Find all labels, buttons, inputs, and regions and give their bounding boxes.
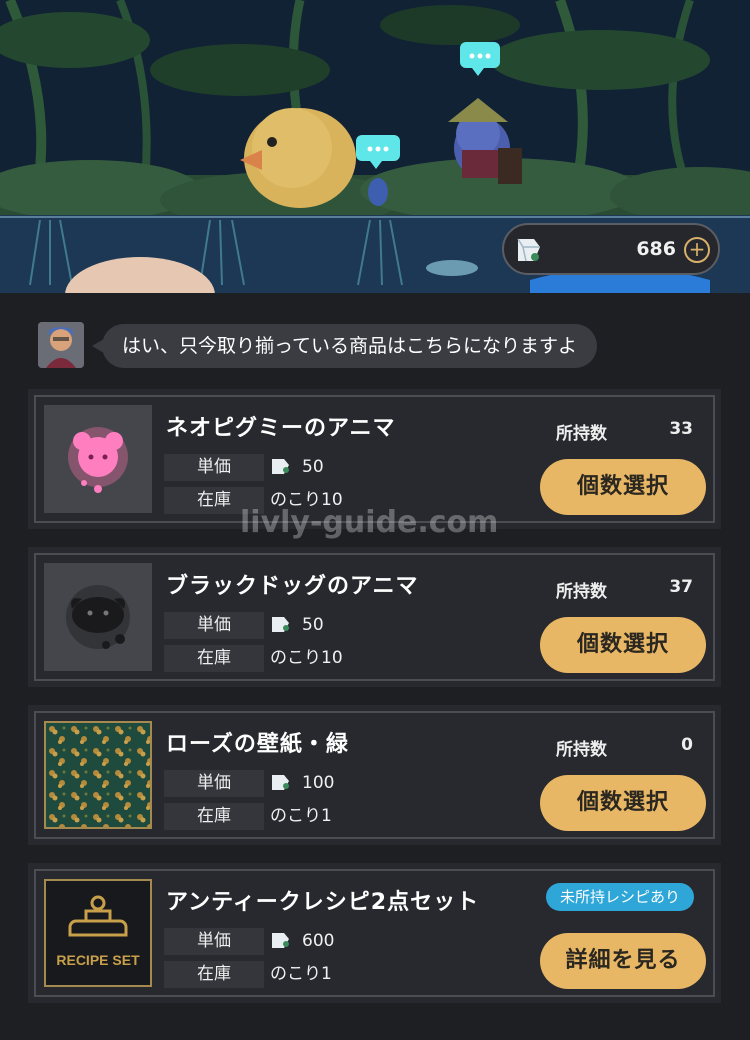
gem-icon — [272, 775, 289, 790]
stock-label: 在庫 — [164, 645, 264, 672]
add-currency-button[interactable]: + — [684, 237, 710, 263]
gem-icon — [272, 933, 289, 948]
stock-value: のこり1 — [270, 964, 332, 984]
select-quantity-button[interactable]: 個数選択 — [540, 459, 706, 515]
item-thumbnail: RECIPE SET — [44, 879, 152, 987]
price-label: 単価 — [164, 454, 264, 481]
npc-speech-bubble: はい、只今取り揃っている商品はこちらになりますよ — [91, 324, 598, 368]
owned-count: 33 — [669, 419, 693, 439]
gem-icon — [272, 459, 289, 474]
stock-label: 在庫 — [164, 803, 264, 830]
item-name: ローズの壁紙・緑 — [166, 732, 349, 757]
currency-amount: 686 — [636, 238, 676, 260]
owned-count: 0 — [681, 735, 693, 755]
gem-icon — [517, 238, 540, 262]
price-label: 単価 — [164, 612, 264, 639]
price-amount: 50 — [302, 615, 324, 635]
price-amount: 600 — [302, 931, 335, 951]
owned-label: 所持数 — [556, 740, 607, 760]
price-value: 50 — [270, 454, 324, 481]
npc-avatar — [38, 322, 84, 368]
price-amount: 100 — [302, 773, 335, 793]
owned-label: 所持数 — [556, 582, 607, 602]
stock-value: のこり1 — [270, 806, 332, 826]
price-label: 単価 — [164, 770, 264, 797]
stock-label: 在庫 — [164, 961, 264, 988]
price-value: 50 — [270, 612, 324, 639]
black-dog-anima-icon — [66, 585, 130, 649]
owned-count: 37 — [669, 577, 693, 597]
shop-item-card: ローズの壁紙・緑 単価 100 在庫 のこり1 所持数 0 個数選択 — [28, 705, 721, 845]
shop-item-card: RECIPE SET アンティークレシピ2点セット 単価 600 在庫 のこり1… — [28, 863, 721, 1003]
owned-label: 所持数 — [556, 424, 607, 444]
item-name: ネオピグミーのアニマ — [166, 416, 396, 441]
pink-anima-icon — [68, 427, 128, 493]
select-quantity-button[interactable]: 個数選択 — [540, 617, 706, 673]
currency-display: 686 + — [502, 223, 720, 275]
price-amount: 50 — [302, 457, 324, 477]
item-name: アンティークレシピ2点セット — [166, 890, 480, 915]
price-value: 600 — [270, 928, 334, 955]
recipe-set-text: RECIPE SET — [56, 952, 140, 968]
recipe-set-icon: RECIPE SET — [46, 881, 150, 985]
stock-value: のこり10 — [270, 490, 343, 510]
item-thumbnail — [44, 563, 152, 671]
stock-label: 在庫 — [164, 487, 264, 514]
shop-item-card: ブラックドッグのアニマ 単価 50 在庫 のこり10 所持数 37 個数選択 — [28, 547, 721, 687]
view-details-button[interactable]: 詳細を見る — [540, 933, 706, 989]
item-thumbnail — [44, 405, 152, 513]
gem-icon — [272, 617, 289, 632]
item-thumbnail — [44, 721, 152, 829]
select-quantity-button[interactable]: 個数選択 — [540, 775, 706, 831]
shop-item-card: ネオピグミーのアニマ 単価 50 在庫 のこり10 所持数 33 個数選択 — [28, 389, 721, 529]
price-value: 100 — [270, 770, 334, 797]
stock-value: のこり10 — [270, 648, 343, 668]
item-name: ブラックドッグのアニマ — [166, 574, 419, 599]
rose-wallpaper-icon — [46, 723, 150, 827]
price-label: 単価 — [164, 928, 264, 955]
unowned-recipe-badge: 未所持レシピあり — [546, 883, 695, 911]
